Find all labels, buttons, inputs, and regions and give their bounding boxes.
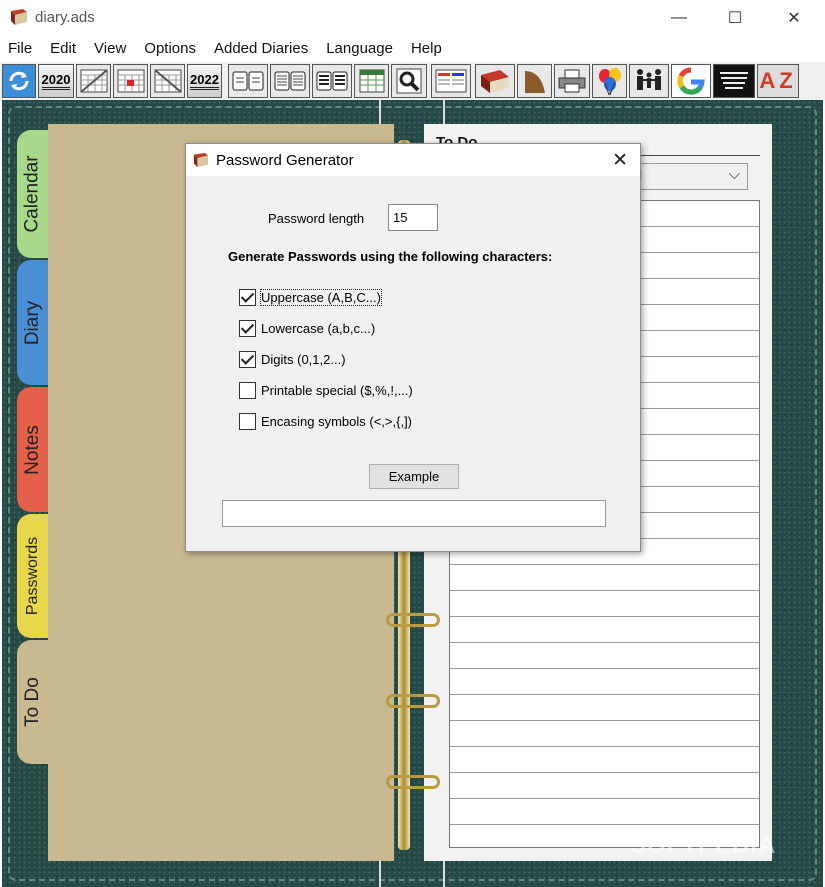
- spreadsheet-icon: [359, 69, 384, 93]
- digits-checkbox[interactable]: [239, 350, 256, 368]
- softpedia-watermark: SOFTPEDIA: [630, 832, 777, 859]
- page-corner-icon: [524, 71, 545, 93]
- toolbar: 2020 2022 AZ: [0, 62, 825, 100]
- menu-bar: File Edit View Options Added Diaries Lan…: [0, 38, 825, 62]
- az-icon: AZ: [759, 68, 797, 93]
- printable-special-label: Printable special ($,%,!,...): [261, 382, 413, 398]
- print-button[interactable]: [554, 64, 590, 98]
- open-book-icon: [232, 71, 264, 91]
- menu-file[interactable]: File: [0, 38, 41, 62]
- spreadsheet-button[interactable]: [354, 64, 389, 98]
- diary-book-button[interactable]: [475, 64, 515, 98]
- menu-help[interactable]: Help: [402, 38, 451, 62]
- encasing-symbols-checkbox[interactable]: [239, 412, 256, 430]
- password-length-input[interactable]: 15: [388, 204, 438, 231]
- example-button[interactable]: Example: [369, 464, 459, 489]
- uppercase-checkbox[interactable]: [239, 288, 256, 306]
- family-icon: [637, 69, 661, 90]
- balloons-icon: [598, 68, 621, 96]
- window-title: diary.ads: [35, 9, 95, 26]
- page-layout-button[interactable]: [431, 64, 471, 98]
- maximize-button[interactable]: ☐: [707, 0, 763, 36]
- google-button[interactable]: [671, 64, 711, 98]
- next-month-button[interactable]: [150, 64, 185, 98]
- binder-ring: [386, 694, 440, 708]
- contacts-button[interactable]: [629, 64, 669, 98]
- tab-todo[interactable]: To Do: [17, 640, 49, 764]
- password-generator-dialog: Password Generator ✕ Password length 15 …: [185, 143, 641, 552]
- lowercase-label: Lowercase (a,b,c...): [261, 320, 376, 336]
- character-set-heading: Generate Passwords using the following c…: [228, 249, 553, 264]
- digits-label: Digits (0,1,2...): [261, 351, 346, 367]
- red-book-icon: [481, 70, 509, 93]
- uppercase-option[interactable]: Uppercase (A,B,C...): [239, 287, 382, 307]
- sort-az-button[interactable]: AZ: [757, 64, 799, 98]
- view-month-button[interactable]: [312, 64, 352, 98]
- uppercase-label: Uppercase (A,B,C...): [260, 288, 382, 306]
- binder-ring: [386, 775, 440, 789]
- page-layout-icon: [435, 69, 467, 93]
- minimize-button[interactable]: —: [651, 0, 707, 36]
- printer-icon: [558, 69, 586, 93]
- calendar-forward-icon: [153, 69, 182, 93]
- view-day-button[interactable]: [228, 64, 268, 98]
- open-book-lines-icon: [274, 71, 306, 91]
- chevron-down-icon: ⌵: [728, 166, 740, 183]
- refresh-icon: [9, 71, 29, 91]
- lowercase-option[interactable]: Lowercase (a,b,c...): [239, 318, 375, 338]
- diary-book-icon: [11, 9, 27, 25]
- close-button[interactable]: ✕: [766, 0, 822, 36]
- printable-special-option[interactable]: Printable special ($,%,!,...): [239, 380, 413, 400]
- digits-option[interactable]: Digits (0,1,2...): [239, 349, 346, 369]
- menu-view[interactable]: View: [85, 38, 135, 62]
- window-titlebar: diary.ads — ☐ ✕: [0, 0, 825, 36]
- refresh-button[interactable]: [2, 64, 36, 98]
- lowercase-checkbox[interactable]: [239, 319, 256, 337]
- encasing-symbols-label: Encasing symbols (<,>,{,]): [261, 413, 413, 429]
- previous-month-button[interactable]: [76, 64, 111, 98]
- quote-card-icon: [716, 67, 752, 95]
- calendar-today-icon: [117, 69, 144, 93]
- tab-calendar[interactable]: Calendar: [17, 130, 49, 258]
- menu-added-diaries[interactable]: Added Diaries: [205, 38, 317, 62]
- search-button[interactable]: [391, 64, 427, 98]
- printable-special-checkbox[interactable]: [239, 381, 256, 399]
- today-button[interactable]: [113, 64, 148, 98]
- birthdays-button[interactable]: [592, 64, 627, 98]
- menu-options[interactable]: Options: [135, 38, 205, 62]
- todo-filter-select[interactable]: l ⌵: [624, 163, 748, 190]
- calendar-back-icon: [79, 69, 108, 93]
- google-icon: [677, 67, 705, 95]
- open-book-grid-icon: [316, 71, 348, 91]
- password-length-label: Password length: [268, 211, 365, 226]
- tab-diary[interactable]: Diary: [17, 260, 49, 385]
- menu-language[interactable]: Language: [317, 38, 402, 62]
- menu-edit[interactable]: Edit: [41, 38, 85, 62]
- bookmark-button[interactable]: [517, 64, 552, 98]
- quote-button[interactable]: [713, 64, 755, 98]
- view-week-button[interactable]: [270, 64, 310, 98]
- diary-book-icon: [193, 152, 209, 168]
- binder-ring: [386, 613, 440, 627]
- dialog-title: Password Generator: [216, 152, 354, 169]
- previous-year-button[interactable]: 2020: [38, 64, 74, 98]
- search-icon: [396, 68, 422, 94]
- generated-password-field[interactable]: [222, 500, 606, 527]
- next-year-button[interactable]: 2022: [187, 64, 222, 98]
- encasing-symbols-option[interactable]: Encasing symbols (<,>,{,]): [239, 411, 412, 431]
- tab-notes[interactable]: Notes: [17, 387, 49, 512]
- tab-passwords[interactable]: Passwords: [17, 514, 49, 638]
- dialog-titlebar: Password Generator ✕: [186, 144, 640, 176]
- dialog-close-button[interactable]: ✕: [612, 149, 628, 172]
